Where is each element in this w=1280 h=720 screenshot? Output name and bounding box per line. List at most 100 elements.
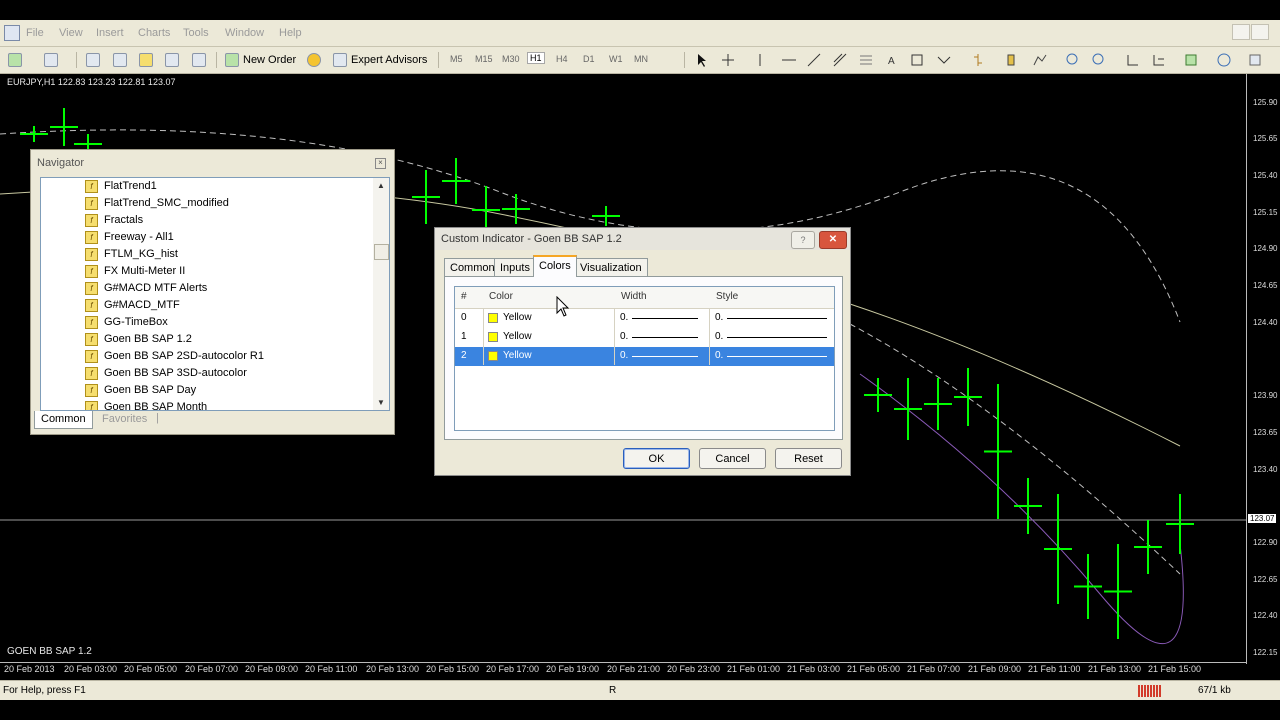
indicator-tree[interactable]: f FlatTrend1 f FlatTrend_SMC_modified f Fract… — [40, 177, 390, 411]
timeframe-m30[interactable]: M30 — [502, 54, 520, 64]
row-style[interactable]: 0. — [715, 331, 723, 342]
reset-button[interactable]: Reset — [775, 448, 842, 469]
tab-favorites[interactable]: Favorites — [96, 411, 153, 428]
timeframe-mn[interactable]: MN — [634, 54, 648, 64]
timeframe-w1[interactable]: W1 — [609, 54, 623, 64]
templates-icon[interactable] — [1249, 54, 1261, 66]
candlestick-chart-icon[interactable] — [1007, 54, 1015, 66]
text-tool-icon[interactable]: A — [888, 56, 895, 67]
style-line-preview — [727, 356, 827, 357]
navigator-item[interactable]: f Goen BB SAP 2SD-autocolor R1 — [85, 348, 264, 364]
close-icon[interactable]: × — [375, 158, 386, 169]
row-width[interactable]: 0. — [620, 312, 628, 323]
menu-charts[interactable]: Charts — [138, 27, 170, 39]
price-bar — [924, 378, 952, 430]
ok-button[interactable]: OK — [623, 448, 690, 469]
menu-help[interactable]: Help — [279, 27, 302, 39]
help-button[interactable]: ? — [791, 231, 815, 249]
line-chart-icon[interactable] — [1033, 54, 1047, 66]
table-row[interactable]: 1 Yellow 0. 0. — [455, 328, 834, 347]
tab-inputs[interactable]: Inputs — [494, 258, 536, 276]
cancel-button[interactable]: Cancel — [699, 448, 766, 469]
restore-icon[interactable] — [1251, 24, 1269, 40]
menu-window[interactable]: Window — [225, 27, 264, 39]
row-color[interactable]: Yellow — [503, 350, 532, 361]
scroll-thumb[interactable] — [374, 244, 389, 260]
tab-colors[interactable]: Colors — [533, 255, 577, 277]
close-button[interactable]: ✕ — [819, 231, 847, 249]
navigator-item[interactable]: f FlatTrend_SMC_modified — [85, 195, 229, 211]
minimize-icon[interactable] — [1232, 24, 1250, 40]
crosshair-tool-icon[interactable] — [722, 54, 734, 66]
indicators-icon[interactable] — [1185, 54, 1197, 66]
autotrading-toggle[interactable] — [307, 51, 321, 69]
row-width[interactable]: 0. — [620, 331, 628, 342]
time-tick-label: 20 Feb 19:00 — [546, 664, 600, 674]
colors-table[interactable]: # Color Width Style 0 Yellow 0. 0. 1 Yellow 0.… — [454, 286, 835, 431]
scrollbar[interactable]: ▲ ▼ — [373, 178, 389, 410]
status-mode: R — [609, 685, 617, 696]
menu-insert[interactable]: Insert — [96, 27, 124, 39]
arrows-tool-icon[interactable] — [937, 56, 951, 64]
menu-file[interactable]: File — [26, 27, 44, 39]
navigator-item[interactable]: f FX Multi-Meter II — [85, 263, 185, 279]
navigator-item[interactable]: f FTLM_KG_hist — [85, 246, 178, 262]
menu-view[interactable]: View — [59, 27, 83, 39]
timeframe-h1[interactable]: H1 — [527, 52, 545, 64]
navigator-button[interactable] — [139, 51, 153, 69]
scroll-up-icon[interactable]: ▲ — [377, 181, 385, 190]
navigator-item[interactable]: f G#MACD MTF Alerts — [85, 280, 207, 296]
market-watch-icon — [86, 53, 100, 67]
row-style[interactable]: 0. — [715, 350, 723, 361]
market-watch-button[interactable] — [86, 51, 100, 69]
navigator-item[interactable]: f Goen BB SAP 3SD-autocolor — [85, 365, 247, 381]
style-line-preview — [727, 337, 827, 338]
data-window-button[interactable] — [113, 51, 127, 69]
status-traffic: 67/1 kb — [1198, 685, 1231, 696]
navigator-item[interactable]: f Goen BB SAP Month — [85, 399, 207, 410]
zoom-out-icon[interactable] — [1092, 53, 1104, 65]
tab-visualization[interactable]: Visualization — [574, 258, 648, 276]
tile-windows-icon[interactable] — [1127, 55, 1138, 66]
timeframe-d1[interactable]: D1 — [583, 54, 595, 64]
trendline-tool-icon[interactable] — [807, 53, 821, 67]
timeframe-h4[interactable]: H4 — [556, 54, 568, 64]
autoscroll-icon[interactable] — [1153, 55, 1164, 66]
expert-advisors-button[interactable]: Expert Advisors — [333, 51, 427, 69]
row-color[interactable]: Yellow — [503, 312, 532, 323]
timeframe-m15[interactable]: M15 — [475, 54, 493, 64]
new-order-button[interactable]: New Order — [225, 51, 296, 69]
navigator-item[interactable]: f GG-TimeBox — [85, 314, 168, 330]
fibonacci-tool-icon[interactable] — [860, 55, 872, 65]
table-row[interactable]: 2 Yellow 0. 0. — [455, 347, 834, 366]
text-label-tool-icon[interactable] — [911, 54, 923, 66]
indicator-icon: f — [85, 179, 98, 193]
navigator-item[interactable]: f FlatTrend1 — [85, 178, 157, 194]
navigator-item[interactable]: f G#MACD_MTF — [85, 297, 180, 313]
new-chart-button[interactable] — [8, 51, 22, 69]
navigator-item[interactable]: f Freeway - All1 — [85, 229, 174, 245]
channel-tool-icon[interactable] — [833, 53, 847, 67]
navigator-item[interactable]: f Goen BB SAP Day — [85, 382, 196, 398]
table-row[interactable]: 0 Yellow 0. 0. — [455, 309, 834, 328]
menu-tools[interactable]: Tools — [183, 27, 209, 39]
navigator-item[interactable]: f Goen BB SAP 1.2 — [85, 331, 192, 347]
cursor-tool-icon[interactable] — [698, 54, 706, 67]
terminal-button[interactable] — [165, 51, 179, 69]
bar-chart-icon[interactable] — [974, 54, 982, 66]
navigator-item[interactable]: f Fractals — [85, 212, 143, 228]
row-width[interactable]: 0. — [620, 350, 628, 361]
row-color[interactable]: Yellow — [503, 331, 532, 342]
profiles-button[interactable] — [44, 51, 58, 69]
timeframe-m5[interactable]: M5 — [450, 54, 463, 64]
tab-common[interactable]: Common — [444, 258, 501, 276]
price-bar — [1134, 520, 1162, 574]
tab-common[interactable]: Common — [34, 411, 93, 429]
row-style[interactable]: 0. — [715, 312, 723, 323]
bottom-black-strip — [0, 700, 1280, 720]
price-bar — [894, 378, 922, 440]
strategy-tester-button[interactable] — [192, 51, 206, 69]
zoom-in-icon[interactable] — [1066, 53, 1078, 65]
periods-icon[interactable] — [1217, 53, 1231, 67]
scroll-down-icon[interactable]: ▼ — [377, 398, 385, 407]
